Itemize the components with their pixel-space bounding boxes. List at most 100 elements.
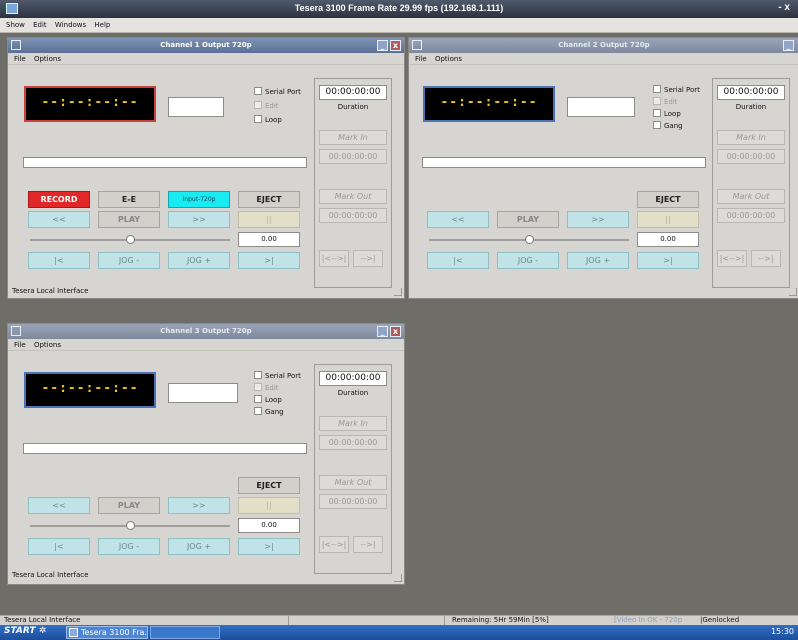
go-to-end-button[interactable]: >| (637, 252, 699, 269)
channel-3-titlebar: Channel 3 Output 720p _ x (8, 324, 404, 339)
jog-back-button[interactable]: JOG - (98, 252, 160, 269)
app-title: Tesera 3100 Frame Rate 29.99 fps (192.16… (294, 3, 504, 13)
clip-path-field[interactable] (23, 443, 307, 454)
shuttle-slider[interactable] (30, 235, 230, 244)
rate-field[interactable]: 0.00 (238, 518, 300, 533)
mark-out-button[interactable]: Mark Out (319, 189, 387, 204)
clip-name-field[interactable] (168, 97, 224, 117)
start-button[interactable]: START ✲ (4, 626, 46, 636)
play-range-button[interactable]: |<-->| (319, 250, 349, 267)
go-to-start-button[interactable]: |< (28, 538, 90, 555)
rate-field[interactable]: 0.00 (637, 232, 699, 247)
pause-button[interactable]: || (637, 211, 699, 228)
menu-options[interactable]: Options (34, 341, 61, 349)
rewind-button[interactable]: << (28, 497, 90, 514)
fast-forward-button[interactable]: >> (567, 211, 629, 228)
serial-port-checkbox[interactable]: Serial Port (254, 87, 301, 96)
eject-button[interactable]: EJECT (637, 191, 699, 208)
go-to-out-button[interactable]: -->| (751, 250, 781, 267)
eject-button[interactable]: EJECT (238, 477, 300, 494)
menu-show[interactable]: Show (6, 21, 25, 29)
menu-windows[interactable]: Windows (55, 21, 86, 29)
shuttle-slider[interactable] (30, 521, 230, 530)
go-to-end-button[interactable]: >| (238, 252, 300, 269)
window-controls[interactable]: - x (778, 2, 790, 13)
edit-checkbox[interactable]: Edit (254, 101, 279, 110)
play-button[interactable]: PLAY (98, 497, 160, 514)
gang-checkbox[interactable]: Gang (254, 407, 284, 416)
menu-file[interactable]: File (14, 341, 26, 349)
taskbar-slot[interactable] (150, 626, 220, 639)
menu-help[interactable]: Help (94, 21, 110, 29)
duration-display: 00:00:00:00 (319, 371, 387, 386)
channel-2-window: Channel 2 Output 720p _ File Options --:… (408, 37, 798, 299)
menu-file[interactable]: File (415, 55, 427, 63)
go-to-out-button[interactable]: -->| (353, 536, 383, 553)
resize-grip[interactable] (394, 288, 402, 296)
clip-path-field[interactable] (23, 157, 307, 168)
play-button[interactable]: PLAY (98, 211, 160, 228)
rewind-button[interactable]: << (28, 211, 90, 228)
menu-file[interactable]: File (14, 55, 26, 63)
edit-checkbox[interactable]: Edit (653, 97, 678, 106)
close-icon[interactable]: x (390, 326, 401, 337)
slider-handle[interactable] (525, 235, 534, 244)
fast-forward-button[interactable]: >> (168, 211, 230, 228)
mark-in-button[interactable]: Mark In (319, 130, 387, 145)
resize-grip[interactable] (789, 288, 797, 296)
go-to-start-button[interactable]: |< (28, 252, 90, 269)
rewind-button[interactable]: << (427, 211, 489, 228)
channel-3-window: Channel 3 Output 720p _ x File Options -… (7, 323, 405, 585)
mark-out-button[interactable]: Mark Out (319, 475, 387, 490)
clip-name-field[interactable] (168, 383, 238, 403)
loop-checkbox[interactable]: Loop (254, 395, 282, 404)
fast-forward-button[interactable]: >> (168, 497, 230, 514)
slider-handle[interactable] (126, 521, 135, 530)
record-button[interactable]: RECORD (28, 191, 90, 208)
go-to-start-button[interactable]: |< (427, 252, 489, 269)
eject-button[interactable]: EJECT (238, 191, 300, 208)
slider-handle[interactable] (126, 235, 135, 244)
close-icon[interactable]: x (390, 40, 401, 51)
serial-port-checkbox[interactable]: Serial Port (653, 85, 700, 94)
menu-options[interactable]: Options (34, 55, 61, 63)
app-icon (69, 628, 78, 637)
go-to-out-button[interactable]: -->| (353, 250, 383, 267)
e-e-button[interactable]: E-E (98, 191, 160, 208)
clock: 15:30 (770, 627, 794, 636)
menu-edit[interactable]: Edit (33, 21, 47, 29)
clip-name-field[interactable] (567, 97, 635, 117)
mark-in-button[interactable]: Mark In (319, 416, 387, 431)
minimize-icon[interactable]: _ (783, 40, 794, 51)
pause-button[interactable]: || (238, 497, 300, 514)
minimize-icon[interactable]: _ (377, 40, 388, 51)
taskbar-app-button[interactable]: Tesera 3100 Fra... (66, 626, 148, 639)
pause-button[interactable]: || (238, 211, 300, 228)
jog-forward-button[interactable]: JOG + (567, 252, 629, 269)
duration-display: 00:00:00:00 (717, 85, 785, 100)
jog-back-button[interactable]: JOG - (497, 252, 559, 269)
clip-path-field[interactable] (422, 157, 706, 168)
serial-port-checkbox[interactable]: Serial Port (254, 371, 301, 380)
edit-checkbox[interactable]: Edit (254, 383, 279, 392)
input-720p-button[interactable]: Input-720p (168, 191, 230, 208)
jog-back-button[interactable]: JOG - (98, 538, 160, 555)
play-button[interactable]: PLAY (497, 211, 559, 228)
go-to-end-button[interactable]: >| (238, 538, 300, 555)
shuttle-slider[interactable] (429, 235, 629, 244)
gang-checkbox[interactable]: Gang (653, 121, 683, 130)
duration-label: Duration (337, 389, 369, 397)
minimize-icon[interactable]: _ (377, 326, 388, 337)
rate-field[interactable]: 0.00 (238, 232, 300, 247)
play-range-button[interactable]: |<-->| (717, 250, 747, 267)
loop-checkbox[interactable]: Loop (254, 115, 282, 124)
resize-grip[interactable] (394, 574, 402, 582)
mark-out-button[interactable]: Mark Out (717, 189, 785, 204)
menu-options[interactable]: Options (435, 55, 462, 63)
jog-forward-button[interactable]: JOG + (168, 252, 230, 269)
loop-checkbox[interactable]: Loop (653, 109, 681, 118)
taskbar: START ✲ Tesera 3100 Fra... 15:30 (0, 625, 798, 640)
mark-in-button[interactable]: Mark In (717, 130, 785, 145)
play-range-button[interactable]: |<-->| (319, 536, 349, 553)
jog-forward-button[interactable]: JOG + (168, 538, 230, 555)
